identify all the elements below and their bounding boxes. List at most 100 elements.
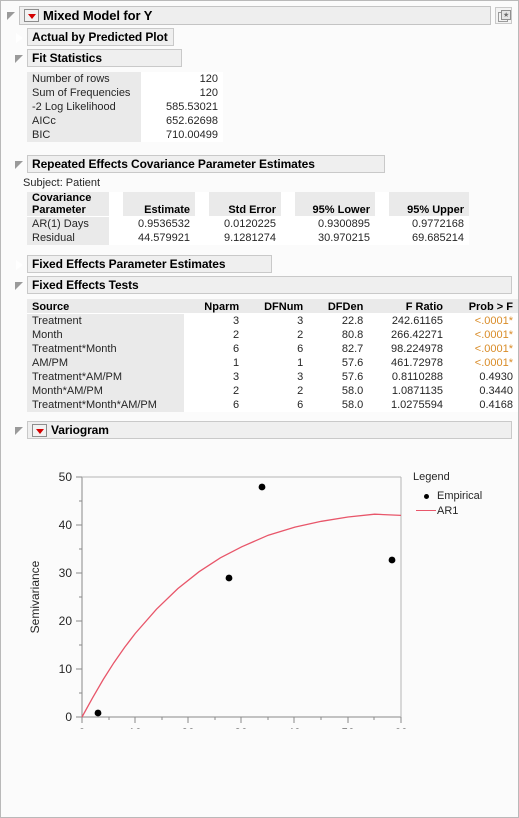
cov-upper: 69.685214: [389, 231, 469, 245]
svg-text:40: 40: [287, 726, 301, 729]
ar1-curve: [81, 513, 402, 718]
table-row: Number of rows 120: [27, 72, 223, 86]
table-row: BIC 710.00499: [27, 128, 223, 142]
svg-text:50: 50: [341, 726, 355, 729]
section-fixed-effects-params[interactable]: Fixed Effects Parameter Estimates: [15, 255, 518, 273]
fet-dfden: 82.7: [308, 342, 369, 356]
legend-item-ar1[interactable]: AR1: [415, 503, 482, 518]
fet-fratio: 1.0275594: [368, 398, 448, 412]
section-repeated-effects[interactable]: Repeated Effects Covariance Parameter Es…: [15, 155, 518, 173]
table-header-row: Covariance Parameter Estimate Std Error …: [27, 192, 469, 217]
fit-stat-value: 120: [141, 72, 223, 86]
table-row: Treatment*Month*AM/PM 6 6 58.0 1.0275594…: [27, 398, 518, 412]
fet-dfden: 57.6: [308, 370, 369, 384]
table-row: Residual 44.579921 9.1281274 30.970215 6…: [27, 231, 469, 245]
svg-text:10: 10: [128, 726, 142, 729]
table-row: Treatment*Month 6 6 82.7 98.224978 <.000…: [27, 342, 518, 356]
data-point: [94, 709, 102, 717]
svg-text:10: 10: [59, 662, 73, 676]
section-fit-statistics[interactable]: Fit Statistics: [15, 49, 518, 67]
report-title-bar: Mixed Model for Y ★: [5, 5, 514, 25]
fit-stat-label: AICc: [27, 114, 141, 128]
cov-estimate: 44.579921: [123, 231, 195, 245]
legend-item-empirical[interactable]: Empirical: [415, 488, 482, 503]
table-row: Month 2 2 80.8 266.42271 <.0001*: [27, 328, 518, 342]
data-point: [225, 574, 233, 582]
col-covariance-parameter-line1: Covariance: [32, 192, 92, 204]
fit-stat-value: 652.62698: [141, 114, 223, 128]
fet-prob: 0.3440: [448, 384, 518, 398]
fet-nparm: 6: [184, 398, 245, 412]
chevron-right-icon[interactable]: [15, 258, 24, 271]
col-nparm: Nparm: [184, 299, 245, 314]
report-disclosure-icon[interactable]: [7, 11, 16, 20]
fet-source: Treatment*AM/PM: [27, 370, 185, 384]
disclosure-open-icon[interactable]: [15, 426, 24, 435]
fet-source: Month*AM/PM: [27, 384, 185, 398]
svg-text:0: 0: [65, 710, 72, 724]
disclosure-open-icon[interactable]: [15, 281, 24, 290]
section-actual-by-predicted-label: Actual by Predicted Plot: [32, 30, 168, 44]
variogram-plot: 50 40 30 20 10 0 Semivariance Legend Emp…: [1, 439, 519, 759]
data-point: [258, 483, 266, 491]
col-estimate: Estimate: [123, 192, 195, 217]
table-row: AR(1) Days 0.9536532 0.0120225 0.9300895…: [27, 216, 469, 231]
svg-text:30: 30: [234, 726, 248, 729]
fet-dfnum: 2: [244, 328, 309, 342]
covariance-subject-note: Subject: Patient: [23, 177, 101, 189]
table-row: Month*AM/PM 2 2 58.0 1.0871135 0.3440: [27, 384, 518, 398]
fet-nparm: 2: [184, 328, 245, 342]
section-fixed-effects-tests[interactable]: Fixed Effects Tests: [15, 276, 518, 294]
cov-std-error: 9.1281274: [209, 231, 281, 245]
data-point: [388, 556, 396, 564]
col-dfden: DFDen: [308, 299, 369, 314]
col-gap: [281, 192, 295, 217]
section-repeated-effects-label: Repeated Effects Covariance Parameter Es…: [32, 157, 315, 171]
section-variogram[interactable]: Variogram: [15, 421, 518, 439]
fet-fratio: 1.0871135: [368, 384, 448, 398]
red-triangle-menu-icon[interactable]: [24, 8, 39, 22]
red-triangle-menu-icon[interactable]: [32, 423, 47, 437]
fet-dfden: 58.0: [308, 384, 369, 398]
table-row: Treatment*AM/PM 3 3 57.6 0.8110288 0.493…: [27, 370, 518, 384]
fet-source: Month: [27, 328, 185, 342]
fit-stat-label: Number of rows: [27, 72, 141, 86]
svg-text:20: 20: [181, 726, 195, 729]
fet-dfnum: 1: [244, 356, 309, 370]
chevron-right-icon[interactable]: [15, 31, 24, 44]
col-gap: [195, 192, 209, 217]
mixed-model-report: Mixed Model for Y ★ Actual by Predicted …: [0, 0, 519, 818]
fet-nparm: 1: [184, 356, 245, 370]
disclosure-open-icon[interactable]: [15, 160, 24, 169]
section-fit-statistics-bar[interactable]: Fit Statistics: [27, 49, 182, 67]
col-std-error: Std Error: [209, 192, 281, 217]
cov-estimate: 0.9536532: [123, 216, 195, 231]
section-variogram-bar[interactable]: Variogram: [27, 421, 512, 439]
svg-text:0: 0: [79, 726, 86, 729]
col-gap: [375, 192, 389, 217]
disclosure-open-icon[interactable]: [15, 54, 24, 63]
fet-dfnum: 2: [244, 384, 309, 398]
section-actual-by-predicted[interactable]: Actual by Predicted Plot: [15, 28, 518, 46]
legend-line-icon: [415, 505, 437, 517]
fet-nparm: 3: [184, 313, 245, 328]
section-repeated-effects-bar[interactable]: Repeated Effects Covariance Parameter Es…: [27, 155, 385, 173]
section-fit-statistics-label: Fit Statistics: [32, 51, 102, 65]
x-axis-ticks: [81, 717, 402, 723]
window-layers-icon[interactable]: ★: [495, 6, 512, 24]
col-source: Source: [27, 299, 185, 314]
cov-param-name: AR(1) Days: [27, 216, 109, 231]
col-covariance-parameter: Covariance Parameter: [27, 192, 109, 217]
section-fixed-effects-params-bar[interactable]: Fixed Effects Parameter Estimates: [27, 255, 272, 273]
section-actual-by-predicted-bar[interactable]: Actual by Predicted Plot: [27, 28, 174, 46]
fet-fratio: 461.72978: [368, 356, 448, 370]
fet-dfden: 57.6: [308, 356, 369, 370]
fet-dfden: 80.8: [308, 328, 369, 342]
table-row: Sum of Frequencies 120: [27, 86, 223, 100]
fet-source: Treatment: [27, 313, 185, 328]
section-fixed-effects-tests-bar[interactable]: Fixed Effects Tests: [27, 276, 512, 294]
fet-prob: <.0001*: [448, 313, 518, 328]
report-title-box: Mixed Model for Y: [19, 5, 491, 25]
fet-fratio: 266.42271: [368, 328, 448, 342]
legend-dot-icon: [415, 490, 437, 502]
